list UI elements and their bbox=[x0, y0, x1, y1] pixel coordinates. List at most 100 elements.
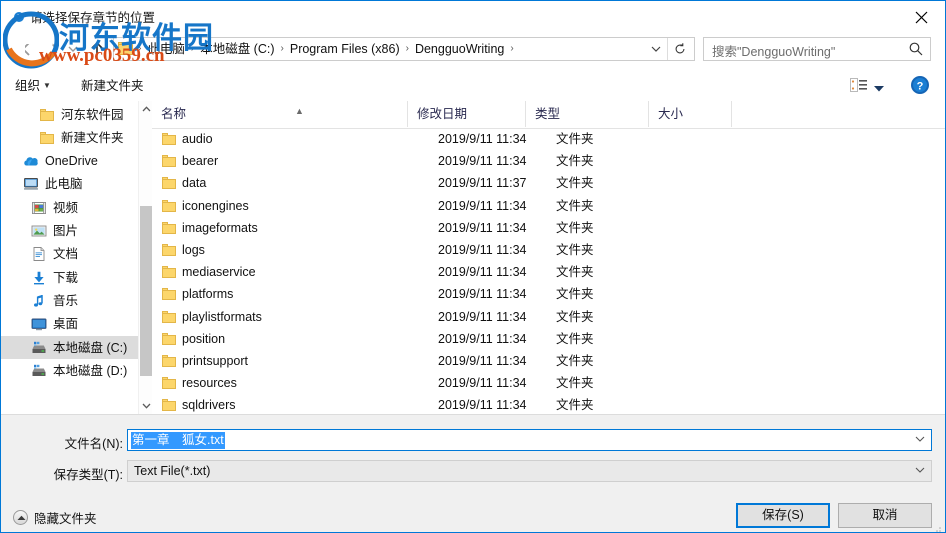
up-button[interactable] bbox=[85, 37, 109, 61]
filename-label: 文件名(N): bbox=[64, 437, 123, 451]
breadcrumb-item-1[interactable]: 本地磁盘 (C:) bbox=[197, 38, 277, 60]
table-row[interactable]: audio 2019/9/11 11:34 文件夹 bbox=[152, 128, 945, 150]
folder-icon bbox=[161, 131, 177, 147]
column-header-0[interactable]: 名称 ▲ bbox=[152, 101, 408, 127]
command-bar: 组织 ▼ 新建文件夹 ? bbox=[1, 69, 945, 102]
table-row[interactable]: data 2019/9/11 11:37 文件夹 bbox=[152, 172, 945, 194]
folder-icon bbox=[161, 153, 177, 169]
table-row[interactable]: platforms 2019/9/11 11:34 文件夹 bbox=[152, 283, 945, 305]
up-arrow-icon bbox=[91, 41, 103, 55]
close-button[interactable] bbox=[899, 1, 945, 32]
nav-item-10[interactable]: 本地磁盘 (C:) bbox=[1, 336, 152, 359]
nav-item-label: 此电脑 bbox=[45, 177, 83, 192]
videos-icon bbox=[31, 200, 47, 216]
scroll-down-icon[interactable] bbox=[139, 398, 152, 414]
cell-name: platforms bbox=[182, 287, 234, 302]
table-row[interactable]: imageformats 2019/9/11 11:34 文件夹 bbox=[152, 217, 945, 239]
forward-button[interactable] bbox=[41, 37, 65, 61]
view-caret-icon[interactable] bbox=[873, 82, 885, 96]
table-row[interactable]: logs 2019/9/11 11:34 文件夹 bbox=[152, 239, 945, 261]
address-row: › 此电脑 › 本地磁盘 (C:) › Program Files (x86) … bbox=[1, 33, 945, 65]
forward-arrow-icon bbox=[50, 42, 59, 56]
folder-icon bbox=[161, 198, 177, 214]
scrollbar-thumb[interactable] bbox=[140, 206, 152, 376]
cell-date: 2019/9/11 11:34 bbox=[438, 287, 527, 302]
nav-item-7[interactable]: 下载 bbox=[1, 266, 152, 289]
folder-icon bbox=[39, 107, 55, 123]
cell-date: 2019/9/11 11:34 bbox=[438, 242, 527, 257]
back-button[interactable] bbox=[15, 37, 39, 61]
dialog-footer: 文件名(N): 第一章 狐女.txt 保存类型(T): Text File(*.… bbox=[1, 414, 945, 532]
cell-type: 文件夹 bbox=[556, 331, 594, 346]
filetype-select[interactable]: Text File(*.txt) bbox=[127, 460, 932, 482]
search-input[interactable]: 搜索"DengguoWriting" bbox=[703, 37, 931, 61]
cell-type: 文件夹 bbox=[556, 265, 594, 280]
collapse-up-icon bbox=[13, 510, 28, 525]
nav-item-4[interactable]: 视频 bbox=[1, 196, 152, 219]
svg-text:?: ? bbox=[917, 81, 924, 93]
recent-locations-button[interactable] bbox=[65, 37, 81, 61]
cell-date: 2019/9/11 11:34 bbox=[438, 353, 527, 368]
view-layout-icon[interactable] bbox=[850, 78, 868, 96]
navigation-pane-scrollbar[interactable] bbox=[138, 101, 152, 414]
refresh-button[interactable] bbox=[667, 38, 692, 60]
cell-date: 2019/9/11 11:34 bbox=[438, 398, 527, 413]
search-placeholder: 搜索"DengguoWriting" bbox=[712, 45, 836, 59]
back-arrow-icon bbox=[21, 42, 30, 56]
table-row[interactable]: iconengines 2019/9/11 11:34 文件夹 bbox=[152, 195, 945, 217]
cell-type: 文件夹 bbox=[556, 376, 594, 391]
cancel-button[interactable]: 取消 bbox=[838, 503, 932, 528]
nav-item-11[interactable]: 本地磁盘 (D:) bbox=[1, 359, 152, 382]
breadcrumb-item-0[interactable]: 此电脑 bbox=[144, 38, 188, 60]
nav-item-label: 图片 bbox=[53, 224, 79, 238]
cell-type: 文件夹 bbox=[556, 398, 594, 413]
nav-item-9[interactable]: 桌面 bbox=[1, 313, 152, 336]
nav-item-6[interactable]: 文档 bbox=[1, 243, 152, 266]
folder-icon bbox=[161, 309, 177, 325]
dialog-body: 河东软件园 新建文件夹 OneDrive 此电脑视频图片文档下载音乐 桌面 本地磁盘 (C… bbox=[1, 101, 945, 414]
nav-item-8[interactable]: 音乐 bbox=[1, 289, 152, 312]
nav-item-label: 下载 bbox=[53, 270, 79, 285]
filename-dropdown-icon[interactable] bbox=[914, 433, 926, 448]
table-row[interactable]: bearer 2019/9/11 11:34 文件夹 bbox=[152, 150, 945, 172]
breadcrumb-item-3[interactable]: DengguoWriting bbox=[412, 38, 507, 60]
column-header-2[interactable]: 类型 bbox=[526, 101, 649, 127]
column-header-1[interactable]: 修改日期 bbox=[408, 101, 526, 127]
cell-type: 文件夹 bbox=[556, 309, 594, 324]
organize-button[interactable]: 组织 ▼ bbox=[15, 75, 51, 94]
scroll-up-icon[interactable] bbox=[139, 101, 152, 117]
cell-name: bearer bbox=[182, 154, 219, 169]
hide-folders-button[interactable]: 隐藏文件夹 bbox=[13, 508, 97, 527]
filetype-value: Text File(*.txt) bbox=[134, 464, 211, 478]
table-row[interactable]: printsupport 2019/9/11 11:34 文件夹 bbox=[152, 350, 945, 372]
nav-item-1[interactable]: 新建文件夹 bbox=[1, 126, 152, 149]
cell-type: 文件夹 bbox=[556, 287, 594, 302]
help-icon[interactable]: ? bbox=[910, 75, 930, 98]
breadcrumb-item-2[interactable]: Program Files (x86) bbox=[287, 38, 403, 60]
table-row[interactable]: resources 2019/9/11 11:34 文件夹 bbox=[152, 372, 945, 394]
new-folder-button[interactable]: 新建文件夹 bbox=[81, 75, 144, 94]
cell-type: 文件夹 bbox=[556, 220, 594, 235]
table-row[interactable]: position 2019/9/11 11:34 文件夹 bbox=[152, 328, 945, 350]
cell-date: 2019/9/11 11:34 bbox=[438, 331, 527, 346]
nav-item-3[interactable]: 此电脑 bbox=[1, 173, 152, 196]
table-row[interactable]: mediaservice 2019/9/11 11:34 文件夹 bbox=[152, 261, 945, 283]
address-dropdown-button[interactable] bbox=[646, 38, 666, 60]
breadcrumb-separator-2: › bbox=[280, 43, 284, 54]
filename-value: 第一章 狐女.txt bbox=[131, 432, 225, 449]
filename-input[interactable]: 第一章 狐女.txt bbox=[127, 429, 932, 451]
hide-folders-label: 隐藏文件夹 bbox=[34, 512, 97, 526]
resize-grip[interactable] bbox=[932, 522, 942, 532]
filetype-dropdown-icon[interactable] bbox=[914, 464, 926, 479]
table-row[interactable]: playlistformats 2019/9/11 11:34 文件夹 bbox=[152, 306, 945, 328]
nav-item-5[interactable]: 图片 bbox=[1, 220, 152, 243]
address-bar[interactable]: › 此电脑 › 本地磁盘 (C:) › Program Files (x86) … bbox=[113, 37, 695, 61]
save-button[interactable]: 保存(S) bbox=[736, 503, 830, 528]
nav-item-0[interactable]: 河东软件园 bbox=[1, 103, 152, 126]
organize-label: 组织 bbox=[15, 79, 41, 93]
cell-date: 2019/9/11 11:34 bbox=[438, 376, 527, 391]
column-header-3[interactable]: 大小 bbox=[649, 101, 732, 127]
nav-item-2[interactable]: OneDrive bbox=[1, 150, 152, 173]
cell-name: logs bbox=[182, 242, 205, 257]
table-row[interactable]: sqldrivers 2019/9/11 11:34 文件夹 bbox=[152, 394, 945, 414]
